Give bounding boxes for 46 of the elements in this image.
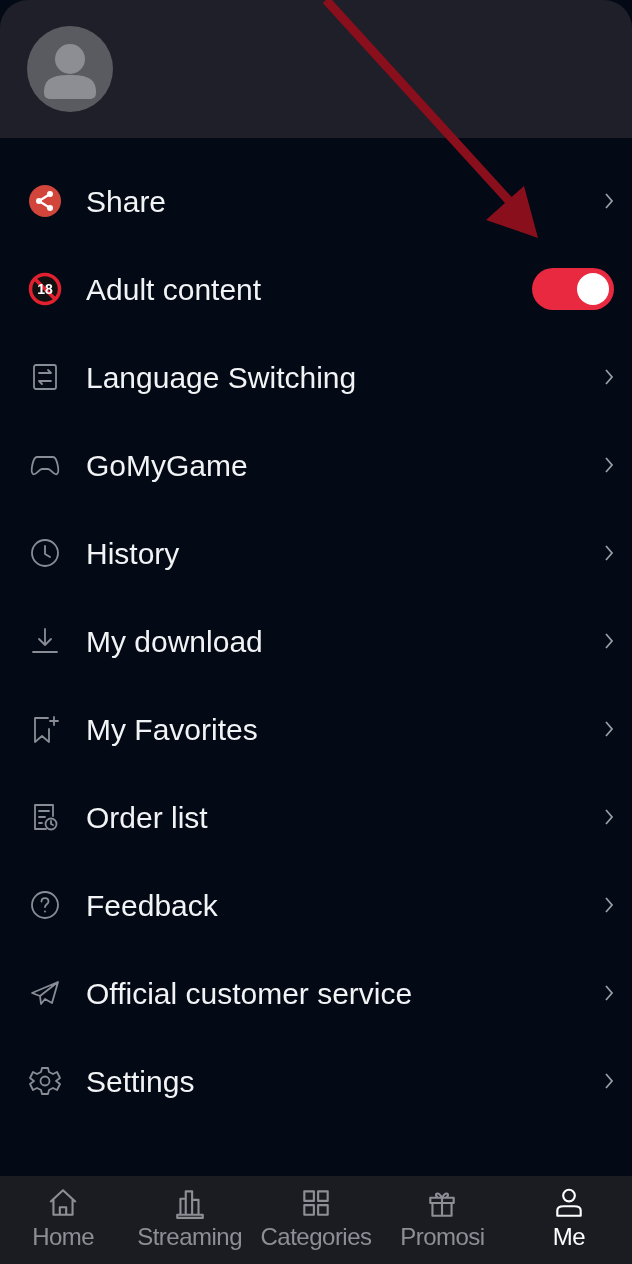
chevron-right-icon [604,456,614,474]
menu-item[interactable]: My Favorites [0,685,632,773]
chevron-right-icon [604,192,614,210]
chevron-right-icon [604,896,614,914]
chevron-right-icon [604,984,614,1002]
toggle-switch[interactable] [532,268,614,310]
menu-label: Order list [86,799,209,836]
help-icon [28,888,62,922]
nav-tab[interactable]: Promosi [379,1186,506,1252]
share-icon [28,184,62,218]
nav-label: Promosi [400,1222,485,1252]
chevron-right-icon [604,544,614,562]
menu-item[interactable]: Settings [0,1037,632,1125]
nav-label: Me [552,1222,585,1252]
menu-label: Language Switching [86,359,358,396]
menu-item[interactable]: Order list [0,773,632,861]
menu-label: Share [86,183,168,220]
nav-label: Home [32,1222,95,1252]
menu-label: Settings [86,1063,196,1100]
menu-label: History [86,535,181,572]
clock-icon [28,536,62,570]
chevron-right-icon [604,368,614,386]
gear-icon [28,1064,62,1098]
menu-label: Adult content [86,271,263,308]
nav-tab[interactable]: Me [505,1186,632,1252]
menu-label: Official customer service [86,975,414,1012]
menu-label: GoMyGame [86,447,249,484]
menu-label: My Favorites [86,711,259,748]
nav-label: Categories [260,1222,372,1252]
chevron-right-icon [604,720,614,738]
menu-item[interactable]: GoMyGame [0,421,632,509]
menu-label: My download [86,623,264,660]
menu-item[interactable]: History [0,509,632,597]
chevron-right-icon [604,1072,614,1090]
chevron-right-icon [604,808,614,826]
nav-tab[interactable]: Categories [252,1186,380,1252]
nav-tab[interactable]: Home [0,1186,127,1252]
menu-item[interactable]: Official customer service [0,949,632,1037]
nav-tab[interactable]: Streaming [126,1186,253,1252]
nav-label: Streaming [137,1222,243,1252]
menu-item[interactable]: Feedback [0,861,632,949]
menu-label: Feedback [86,887,219,924]
menu-item[interactable]: My download [0,597,632,685]
avatar-icon[interactable] [27,26,113,112]
menu-item[interactable]: Language Switching [0,333,632,421]
chevron-right-icon [604,632,614,650]
